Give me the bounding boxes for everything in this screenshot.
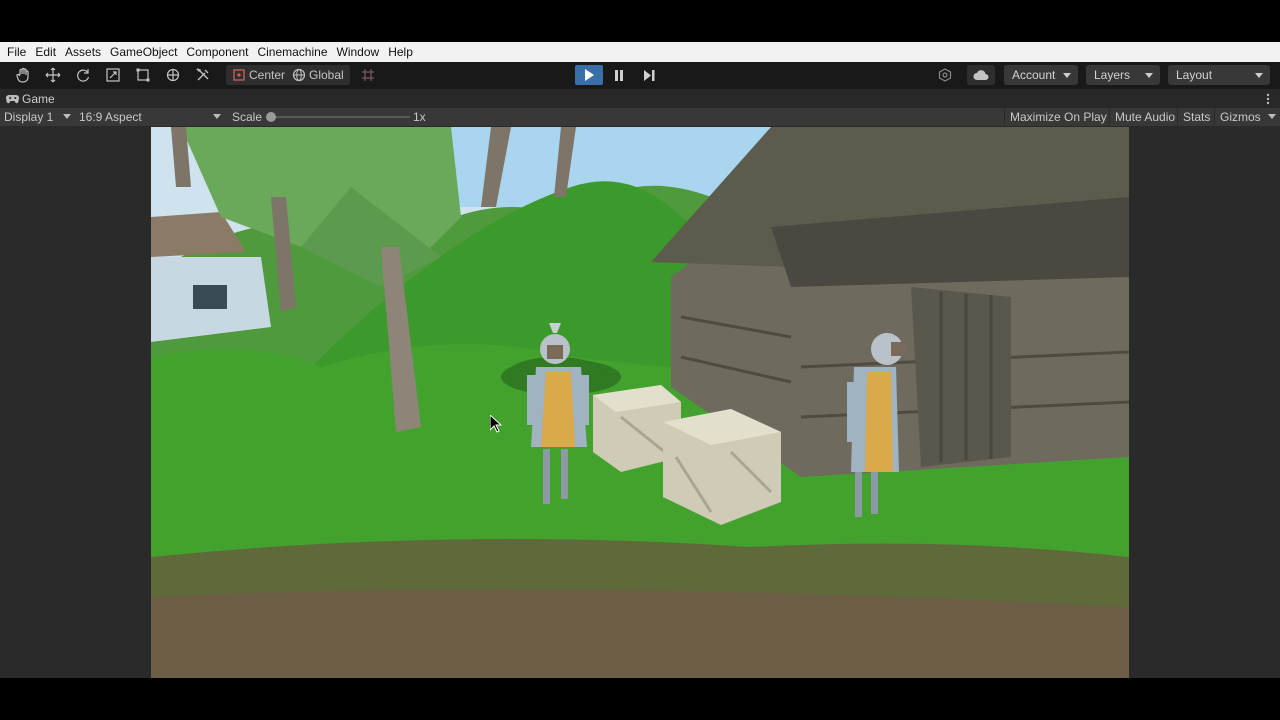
layout-dropdown[interactable]: Layout: [1168, 65, 1270, 85]
scale-tool-button[interactable]: [98, 65, 128, 85]
scale-label: Scale: [232, 110, 263, 124]
move-tool-button[interactable]: [38, 65, 68, 85]
chevron-down-icon: [1268, 114, 1276, 119]
game-scene: [151, 127, 1129, 678]
pause-icon: [615, 69, 623, 81]
menu-gameobject[interactable]: GameObject: [106, 42, 181, 62]
cursor-arrow-icon: [489, 413, 503, 433]
stats-toggle[interactable]: Stats: [1177, 108, 1215, 126]
menu-window[interactable]: Window: [333, 42, 384, 62]
rotate-tool-button[interactable]: [68, 65, 98, 85]
move-icon: [45, 67, 61, 83]
menu-component[interactable]: Component: [182, 42, 252, 62]
transform-tools: [8, 65, 218, 85]
rect-tool-button[interactable]: [128, 65, 158, 85]
menu-assets[interactable]: Assets: [61, 42, 105, 62]
menu-edit[interactable]: Edit: [31, 42, 60, 62]
pivot-mode-toggle[interactable]: Center: [226, 65, 292, 85]
gizmos-toggle[interactable]: Gizmos: [1214, 108, 1266, 126]
account-dropdown[interactable]: Account: [1004, 65, 1078, 85]
pivot-center-icon: [233, 69, 245, 81]
pause-button[interactable]: [605, 65, 633, 85]
custom-tool-button[interactable]: [188, 65, 218, 85]
play-icon: [585, 69, 594, 81]
game-tab-bar: Game: [0, 88, 1280, 108]
transform-tool-button[interactable]: [158, 65, 188, 85]
display-dropdown[interactable]: Display 1: [4, 108, 53, 126]
step-button[interactable]: [635, 65, 663, 85]
cloud-icon: [973, 70, 989, 81]
collab-button[interactable]: [935, 65, 955, 85]
mouse-cursor: [489, 413, 503, 438]
chevron-down-icon: [1145, 73, 1153, 78]
menu-help[interactable]: Help: [384, 42, 417, 62]
barn-door: [911, 287, 1011, 467]
game-view-toolbar: Display 1 16:9 Aspect Scale 1x Maximize …: [0, 108, 1280, 126]
dirt-path: [151, 589, 1129, 678]
tab-game-label: Game: [22, 92, 55, 106]
play-button[interactable]: [575, 65, 603, 85]
menu-file[interactable]: File: [3, 42, 30, 62]
scale-value: 1x: [413, 110, 426, 124]
scale-icon: [106, 68, 120, 82]
cloud-button[interactable]: [967, 65, 995, 85]
step-forward-icon: [643, 69, 654, 81]
transform-icon: [166, 68, 180, 82]
pivot-rotation-label: Global: [309, 68, 344, 82]
layers-label: Layers: [1094, 68, 1131, 82]
grid-snap-icon: [362, 69, 374, 81]
hand-tool-button[interactable]: [8, 65, 38, 85]
maximize-on-play-toggle[interactable]: Maximize On Play: [1004, 108, 1112, 126]
account-label: Account: [1012, 68, 1056, 82]
letterbox-bottom: [0, 678, 1280, 720]
game-viewport[interactable]: [151, 127, 1129, 678]
chevron-down-icon: [1063, 73, 1071, 78]
layout-label: Layout: [1176, 68, 1213, 82]
grid-snap-button[interactable]: [358, 65, 378, 85]
chevron-down-icon: [1255, 73, 1263, 78]
pivot-mode-label: Center: [249, 68, 286, 82]
aspect-dropdown[interactable]: 16:9 Aspect: [79, 108, 142, 126]
left-house-window: [193, 285, 227, 309]
kebab-menu-icon: [1266, 93, 1270, 105]
tools-icon: [196, 68, 209, 81]
collab-icon: [938, 68, 952, 82]
pivot-rotation-toggle[interactable]: Global: [286, 65, 350, 85]
mute-audio-toggle[interactable]: Mute Audio: [1109, 108, 1180, 126]
menu-bar: File Edit Assets GameObject Component Ci…: [0, 42, 1280, 62]
chevron-down-icon: [213, 114, 221, 119]
globe-icon: [292, 68, 306, 82]
chevron-down-icon: [63, 114, 71, 119]
letterbox-top: [0, 0, 1280, 42]
hand-icon: [16, 67, 29, 83]
rect-icon: [136, 68, 150, 82]
scale-slider-handle[interactable]: [266, 112, 276, 122]
tab-game[interactable]: Game: [6, 92, 55, 106]
rotate-icon: [77, 69, 90, 82]
layers-dropdown[interactable]: Layers: [1086, 65, 1160, 85]
scale-slider-track[interactable]: [270, 116, 410, 118]
tab-menu-button[interactable]: [1266, 93, 1270, 108]
gamepad-icon: [6, 94, 19, 104]
menu-cinemachine[interactable]: Cinemachine: [253, 42, 331, 62]
